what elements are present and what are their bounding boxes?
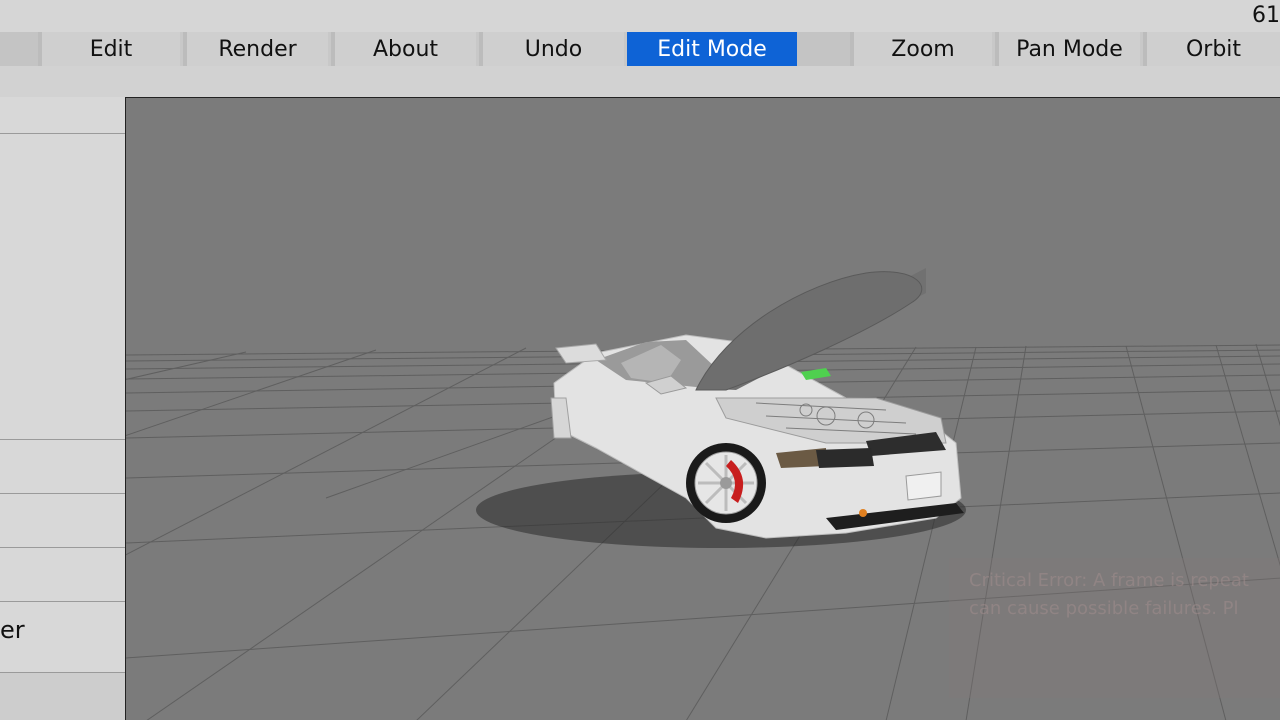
sidebar: er <box>0 97 125 720</box>
menu-spacer <box>0 32 38 66</box>
sidebar-item[interactable] <box>0 548 125 602</box>
zoom-button[interactable]: Zoom <box>850 32 992 66</box>
orbit-button[interactable]: Orbit <box>1143 32 1280 66</box>
toast-message: can cause possible failures. Pl <box>969 598 1239 619</box>
sidebar-item[interactable] <box>0 97 125 134</box>
about-button[interactable]: About <box>331 32 476 66</box>
title-bar: 61 <box>0 0 1280 32</box>
toast-message: Critical Error: A frame is repeat <box>969 570 1249 591</box>
menu-bar: Edit Render About Undo Edit Mode Zoom Pa… <box>0 32 1280 66</box>
edit-button[interactable]: Edit <box>38 32 180 66</box>
sidebar-item[interactable] <box>0 440 125 494</box>
sidebar-footer <box>0 673 125 720</box>
error-toast: Critical Error: A frame is repeat can ca… <box>949 558 1280 698</box>
sub-toolbar <box>0 66 1280 98</box>
edit-mode-button[interactable]: Edit Mode <box>627 32 797 66</box>
undo-button[interactable]: Undo <box>479 32 624 66</box>
render-button[interactable]: Render <box>183 32 328 66</box>
sidebar-panel <box>0 134 125 440</box>
fps-counter: 61 <box>1252 3 1280 28</box>
sidebar-item-label: er <box>0 616 25 644</box>
3d-viewport[interactable]: Critical Error: A frame is repeat can ca… <box>125 97 1280 720</box>
sidebar-item[interactable] <box>0 494 125 548</box>
pan-mode-button[interactable]: Pan Mode <box>995 32 1140 66</box>
menu-spacer <box>797 32 850 66</box>
